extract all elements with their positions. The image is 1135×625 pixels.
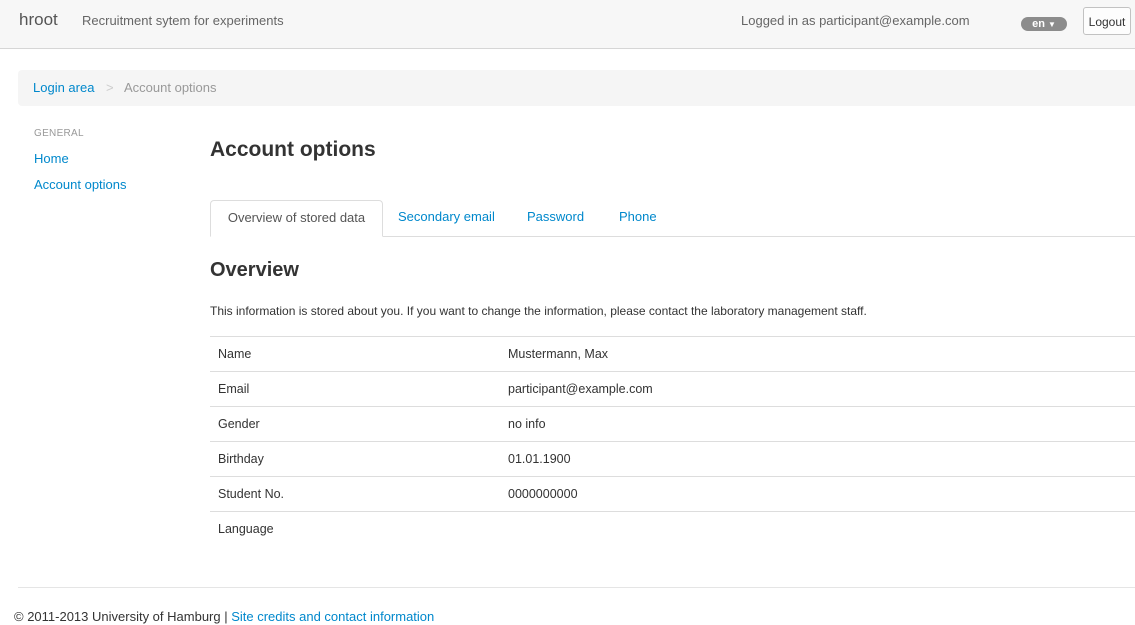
sidebar-item-account-options[interactable]: Account options — [34, 177, 127, 192]
table-row: Student No. 0000000000 — [210, 476, 1135, 512]
footer-copyright: © 2011-2013 University of Hamburg | — [14, 609, 228, 624]
breadcrumb: Login area > Account options — [18, 70, 1135, 106]
caret-down-icon: ▼ — [1047, 20, 1056, 29]
footer-site-credits-link[interactable]: Site credits and contact information — [231, 609, 434, 624]
language-selector[interactable]: en ▼ — [1021, 17, 1067, 31]
logout-button[interactable]: Logout — [1083, 7, 1131, 35]
stored-data-table: Name Mustermann, Max Email participant@e… — [210, 336, 1135, 547]
page-title: Account options — [210, 138, 376, 161]
table-row: Birthday 01.01.1900 — [210, 441, 1135, 477]
field-value: no info — [500, 406, 1135, 442]
field-label: Gender — [210, 406, 500, 442]
field-label: Birthday — [210, 441, 500, 477]
field-value: 01.01.1900 — [500, 441, 1135, 477]
field-label: Email — [210, 371, 500, 407]
field-value — [500, 511, 1135, 547]
footer: © 2011-2013 University of Hamburg | Site… — [14, 609, 434, 624]
table-row: Name Mustermann, Max — [210, 336, 1135, 372]
field-value: participant@example.com — [500, 371, 1135, 407]
tab-bar: Overview of stored data Secondary email … — [210, 200, 1135, 237]
app-tagline: Recruitment sytem for experiments — [82, 13, 284, 28]
field-label: Name — [210, 336, 500, 372]
section-title: Overview — [210, 259, 299, 281]
field-label: Language — [210, 511, 500, 547]
brand-logo[interactable]: hroot — [19, 10, 58, 30]
table-row: Language — [210, 511, 1135, 547]
top-navbar: hroot Recruitment sytem for experiments … — [0, 0, 1135, 49]
footer-divider — [18, 587, 1135, 588]
sidebar-item-home[interactable]: Home — [34, 151, 69, 166]
breadcrumb-login-area[interactable]: Login area — [33, 80, 94, 95]
field-label: Student No. — [210, 476, 500, 512]
tab-secondary-email[interactable]: Secondary email — [398, 200, 495, 236]
field-value: Mustermann, Max — [500, 336, 1135, 372]
field-value: 0000000000 — [500, 476, 1135, 512]
tab-phone[interactable]: Phone — [619, 200, 657, 236]
language-label: en — [1032, 18, 1045, 30]
sidebar-header: GENERAL — [34, 128, 84, 139]
breadcrumb-separator: > — [106, 80, 114, 95]
breadcrumb-current: Account options — [124, 80, 217, 95]
login-status: Logged in as participant@example.com — [741, 13, 970, 28]
tab-overview[interactable]: Overview of stored data — [210, 200, 383, 237]
tab-password[interactable]: Password — [527, 200, 584, 236]
table-row: Email participant@example.com — [210, 371, 1135, 407]
intro-text: This information is stored about you. If… — [210, 304, 867, 318]
table-row: Gender no info — [210, 406, 1135, 442]
